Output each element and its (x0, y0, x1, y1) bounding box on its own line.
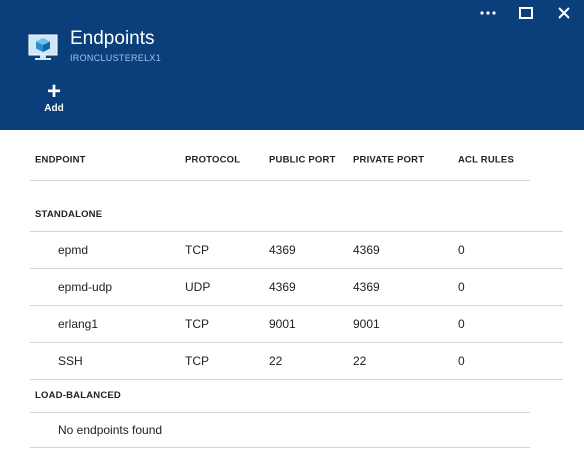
column-header-endpoint[interactable]: ENDPOINT (35, 155, 86, 166)
public-port: 22 (269, 354, 283, 368)
protocol: TCP (185, 354, 209, 368)
acl-rules: 0 (458, 280, 465, 294)
window-controls (478, 4, 574, 22)
table-row[interactable]: SSH TCP 22 22 0 (30, 343, 563, 380)
table-header: ENDPOINT PROTOCOL PUBLIC PORT PRIVATE PO… (30, 140, 530, 181)
group-label: LOAD-BALANCED (35, 390, 121, 401)
plus-icon: + (46, 78, 61, 105)
protocol: UDP (185, 280, 211, 294)
endpoint-name: epmd-udp (58, 280, 113, 294)
empty-state: No endpoints found (30, 413, 530, 448)
empty-state-text: No endpoints found (58, 423, 163, 437)
private-port: 9001 (353, 317, 380, 331)
column-header-protocol[interactable]: PROTOCOL (185, 155, 240, 166)
endpoint-name: SSH (58, 354, 83, 368)
protocol: TCP (185, 243, 209, 257)
private-port: 4369 (353, 243, 380, 257)
ellipsis-icon[interactable] (478, 4, 498, 22)
table-row[interactable]: epmd-udp UDP 4369 4369 0 (30, 269, 563, 306)
acl-rules: 0 (458, 317, 465, 331)
public-port: 9001 (269, 317, 296, 331)
acl-rules: 0 (458, 354, 465, 368)
endpoints-table: ENDPOINT PROTOCOL PUBLIC PORT PRIVATE PO… (30, 140, 563, 448)
group-label: STANDALONE (35, 209, 103, 220)
blade-subtitle: IRONCLUSTERELX1 (70, 53, 162, 63)
protocol: TCP (185, 317, 209, 331)
close-icon[interactable] (554, 4, 574, 22)
column-header-acl-rules[interactable]: ACL RULES (458, 155, 514, 166)
group-header-load-balanced: LOAD-BALANCED (30, 380, 530, 413)
table-row[interactable]: erlang1 TCP 9001 9001 0 (30, 306, 563, 343)
blade-header: Endpoints IRONCLUSTERELX1 + Add (0, 0, 584, 130)
endpoint-name: erlang1 (58, 317, 99, 331)
maximize-icon[interactable] (516, 4, 536, 22)
group-header-standalone: STANDALONE (30, 203, 563, 232)
endpoint-name: epmd (58, 243, 89, 257)
add-button[interactable]: + Add (40, 78, 68, 115)
private-port: 22 (353, 354, 367, 368)
add-button-label: Add (44, 103, 64, 114)
public-port: 4369 (269, 243, 296, 257)
column-header-private-port[interactable]: PRIVATE PORT (353, 155, 424, 166)
blade-title: Endpoints (70, 28, 155, 49)
private-port: 4369 (353, 280, 380, 294)
column-header-public-port[interactable]: PUBLIC PORT (269, 155, 336, 166)
public-port: 4369 (269, 280, 296, 294)
virtual-machine-icon (28, 33, 58, 63)
acl-rules: 0 (458, 243, 465, 257)
table-row[interactable]: epmd TCP 4369 4369 0 (30, 232, 563, 269)
